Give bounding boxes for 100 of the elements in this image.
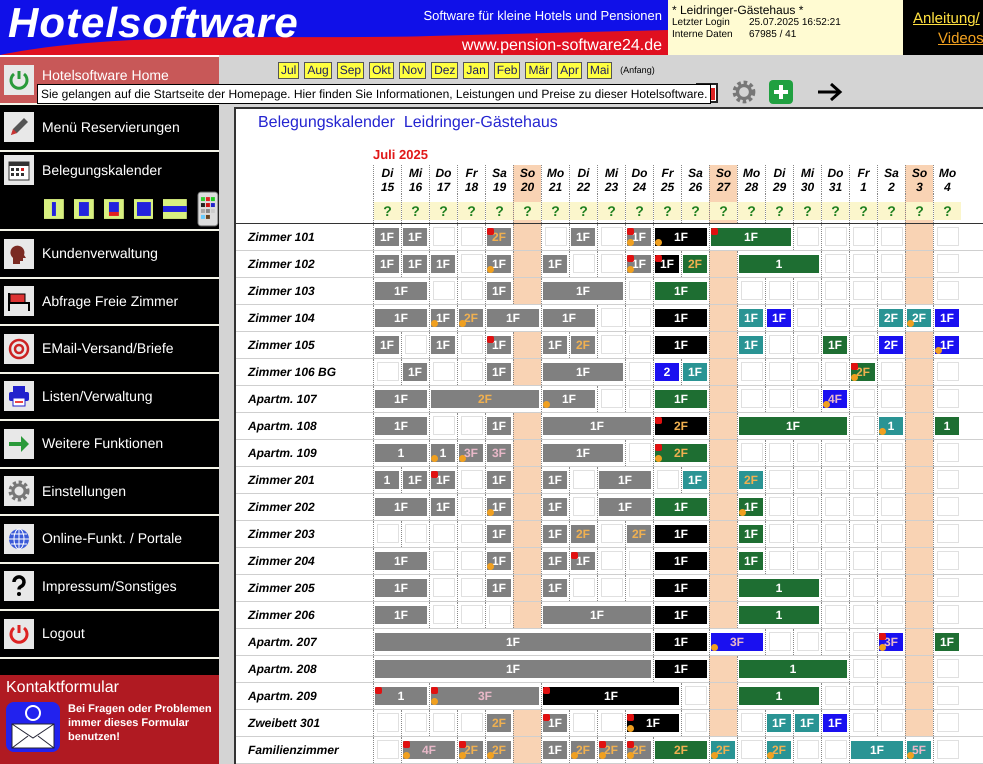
- booking-bar[interactable]: 3F: [879, 632, 903, 650]
- booking-bar[interactable]: 1F: [655, 390, 707, 408]
- free-day-cell[interactable]: [880, 551, 902, 570]
- free-day-cell[interactable]: [460, 497, 482, 516]
- booking-bar[interactable]: 1F: [375, 282, 427, 300]
- free-day-cell[interactable]: [432, 605, 454, 624]
- free-day-cell[interactable]: [432, 578, 454, 597]
- free-day-cell[interactable]: [572, 254, 594, 273]
- free-day-cell[interactable]: [852, 659, 874, 678]
- booking-bar[interactable]: 1F: [543, 362, 623, 380]
- month-button[interactable]: Mai: [586, 62, 612, 79]
- weekend-day-cell[interactable]: [905, 602, 933, 628]
- weekend-day-cell[interactable]: [709, 250, 737, 276]
- booking-bar[interactable]: 1F: [543, 254, 567, 272]
- booking-bar[interactable]: 1F: [487, 578, 511, 596]
- booking-bar[interactable]: 1F: [487, 552, 511, 570]
- availability-hint[interactable]: ?: [654, 202, 681, 220]
- weekend-day-cell[interactable]: [513, 602, 541, 628]
- free-day-cell[interactable]: [936, 686, 958, 705]
- booking-bar[interactable]: 1F: [487, 362, 511, 380]
- booking-bar[interactable]: 1F: [375, 578, 427, 596]
- booking-bar[interactable]: 1F: [627, 228, 651, 246]
- free-day-cell[interactable]: [684, 713, 706, 732]
- booking-bar[interactable]: 1F: [739, 416, 847, 434]
- weekend-day-cell[interactable]: [513, 736, 541, 762]
- availability-hint[interactable]: ?: [906, 202, 933, 220]
- free-day-cell[interactable]: [600, 254, 622, 273]
- booking-bar[interactable]: 1F: [543, 336, 567, 354]
- free-day-cell[interactable]: [376, 524, 398, 543]
- free-day-cell[interactable]: [880, 389, 902, 408]
- booking-bar[interactable]: 4F: [823, 390, 847, 408]
- booking-bar[interactable]: 1F: [543, 282, 623, 300]
- free-day-cell[interactable]: [936, 524, 958, 543]
- booking-bar[interactable]: 1F: [739, 336, 763, 354]
- free-day-cell[interactable]: [796, 470, 818, 489]
- weekend-day-cell[interactable]: [905, 278, 933, 304]
- free-day-cell[interactable]: [572, 713, 594, 732]
- free-day-cell[interactable]: [600, 308, 622, 327]
- free-day-cell[interactable]: [544, 227, 566, 246]
- booking-bar[interactable]: 1F: [375, 498, 427, 516]
- weekend-day-cell[interactable]: [905, 466, 933, 492]
- booking-bar[interactable]: 1F: [935, 308, 959, 326]
- availability-hint[interactable]: ?: [598, 202, 625, 220]
- availability-hint[interactable]: ?: [374, 202, 401, 220]
- availability-hint[interactable]: ?: [738, 202, 765, 220]
- weekend-day-cell[interactable]: [905, 494, 933, 520]
- booking-bar[interactable]: 1F: [543, 498, 567, 516]
- free-day-cell[interactable]: [572, 497, 594, 516]
- booking-bar[interactable]: 1F: [655, 632, 707, 650]
- weekend-day-cell[interactable]: [905, 250, 933, 276]
- free-day-cell[interactable]: [376, 362, 398, 381]
- booking-bar[interactable]: 2F: [487, 714, 511, 732]
- weekend-day-cell[interactable]: [709, 602, 737, 628]
- weekend-day-cell[interactable]: [905, 440, 933, 466]
- free-day-cell[interactable]: [404, 335, 426, 354]
- booking-bar[interactable]: 1F: [543, 686, 679, 704]
- booking-bar[interactable]: 2F: [851, 362, 875, 380]
- free-day-cell[interactable]: [852, 524, 874, 543]
- free-day-cell[interactable]: [936, 227, 958, 246]
- booking-bar[interactable]: 2F: [431, 390, 539, 408]
- free-day-cell[interactable]: [852, 578, 874, 597]
- booking-bar[interactable]: 1: [375, 686, 427, 704]
- booking-bar[interactable]: 1F: [935, 632, 959, 650]
- booking-bar[interactable]: 1F: [543, 308, 595, 326]
- month-button[interactable]: Feb: [494, 62, 520, 79]
- free-day-cell[interactable]: [768, 389, 790, 408]
- start-link[interactable]: (Anfang): [620, 64, 655, 78]
- free-day-cell[interactable]: [796, 497, 818, 516]
- contact-panel[interactable]: Kontaktformular Bei Fragen oder Problemen immer dieses Formular benutzen!: [0, 675, 219, 764]
- weekend-day-cell[interactable]: [513, 250, 541, 276]
- booking-bar[interactable]: 1F: [375, 606, 427, 624]
- availability-hint[interactable]: ?: [626, 202, 653, 220]
- booking-bar[interactable]: 1F: [375, 660, 651, 678]
- free-day-cell[interactable]: [824, 605, 846, 624]
- free-day-cell[interactable]: [600, 335, 622, 354]
- free-day-cell[interactable]: [852, 254, 874, 273]
- weekend-day-cell[interactable]: [905, 520, 933, 546]
- month-button[interactable]: Sep: [336, 62, 364, 79]
- weekend-day-cell[interactable]: [709, 574, 737, 600]
- free-day-cell[interactable]: [852, 632, 874, 651]
- weekend-day-cell[interactable]: [905, 682, 933, 708]
- free-day-cell[interactable]: [628, 335, 650, 354]
- booking-bar[interactable]: 2F: [571, 740, 595, 758]
- free-day-cell[interactable]: [432, 551, 454, 570]
- free-day-cell[interactable]: [880, 227, 902, 246]
- booking-bar[interactable]: 1F: [795, 714, 819, 732]
- free-day-cell[interactable]: [460, 551, 482, 570]
- free-day-cell[interactable]: [376, 713, 398, 732]
- booking-bar[interactable]: 1: [739, 254, 819, 272]
- booking-bar[interactable]: 2F: [487, 740, 511, 758]
- month-button[interactable]: Aug: [304, 62, 332, 79]
- availability-hint[interactable]: ?: [710, 202, 737, 220]
- booking-bar[interactable]: 1F: [543, 606, 651, 624]
- weekend-day-cell[interactable]: [905, 574, 933, 600]
- free-day-cell[interactable]: [852, 605, 874, 624]
- weekend-day-cell[interactable]: [709, 278, 737, 304]
- booking-bar[interactable]: 2F: [879, 308, 903, 326]
- availability-hint[interactable]: ?: [402, 202, 429, 220]
- booking-bar[interactable]: 2F: [487, 228, 511, 246]
- free-day-cell[interactable]: [684, 686, 706, 705]
